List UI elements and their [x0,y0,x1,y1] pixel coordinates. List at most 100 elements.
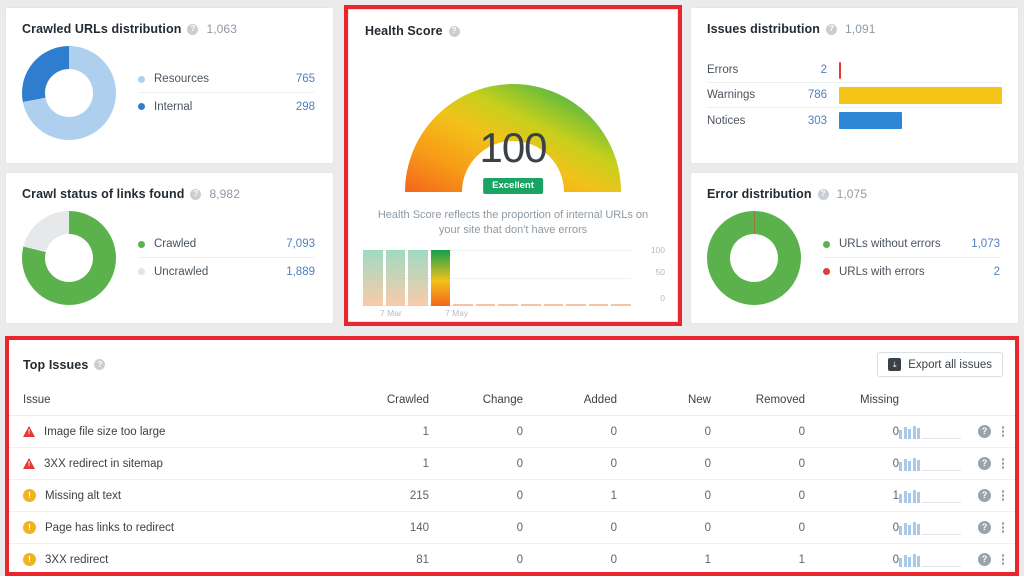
cell-crawled: 81 [339,543,429,576]
cell-missing: 0 [805,511,899,544]
help-circle-icon[interactable]: ? [978,521,991,534]
cell-menu[interactable] [991,415,1015,448]
spark-bar[interactable] [385,250,406,306]
cell-missing: 0 [805,543,899,576]
issues-bar-fill [839,61,841,79]
crawled-urls-donut-wrap [22,46,116,140]
cell-crawled: 215 [339,479,429,512]
spark-bar[interactable] [475,304,496,306]
issues-bar-row[interactable]: Notices 303 [707,108,1002,133]
help-circle-icon[interactable]: ? [978,489,991,502]
legend-item[interactable]: URLs with errors 2 [823,258,1000,285]
spark-bar[interactable] [430,250,451,306]
cell-help[interactable]: ? [961,479,991,512]
cell-help[interactable]: ? [961,511,991,544]
legend-item[interactable]: URLs without errors 1,073 [823,231,1000,258]
help-circle-icon[interactable]: ? [94,359,106,370]
col-header-new[interactable]: New [617,387,711,416]
issue-label: Missing alt text [45,489,122,502]
table-row[interactable]: ! Page has links to redirect 140 0 0 0 0… [9,511,1015,544]
error-severity-icon [23,426,35,437]
issue-name-cell: Image file size too large [9,415,339,448]
cell-new: 0 [617,415,711,448]
cell-sparkline [899,543,961,576]
help-circle-icon[interactable]: ? [448,25,460,37]
crawl-status-donut-wrap [22,211,116,305]
cell-help[interactable]: ? [961,543,991,576]
cell-menu[interactable] [991,447,1015,480]
kebab-menu-icon[interactable] [991,426,1015,437]
kebab-menu-icon[interactable] [991,490,1015,501]
cell-menu[interactable] [991,543,1015,576]
top-issues-table: Issue Crawled Change Added New Removed M… [9,387,1015,576]
spark-bar[interactable] [408,250,428,306]
warning-severity-icon: ! [23,553,36,566]
cell-help[interactable]: ? [961,447,991,480]
table-row[interactable]: ! 3XX redirect 81 0 0 1 1 0 ? [9,543,1015,576]
error-severity-icon [23,458,35,469]
help-circle-icon[interactable]: ? [978,457,991,470]
cell-change: 0 [429,447,523,480]
cell-sparkline [899,415,961,448]
kebab-menu-icon[interactable] [991,522,1015,533]
spark-xtick: 7 May [445,308,469,318]
cell-added: 0 [523,511,617,544]
help-circle-icon[interactable]: ? [978,553,991,566]
spark-bar[interactable] [453,304,473,306]
cell-new: 0 [617,511,711,544]
col-header-added[interactable]: Added [523,387,617,416]
cell-menu[interactable] [991,479,1015,512]
col-header-missing[interactable]: Missing [805,387,899,416]
legend-value: 765 [295,73,315,85]
legend-item[interactable]: Resources 765 [138,66,315,93]
help-circle-icon[interactable]: ? [187,23,199,35]
table-row[interactable]: 3XX redirect in sitemap 1 0 0 0 0 0 ? [9,447,1015,480]
col-header-crawled[interactable]: Crawled [339,387,429,416]
help-circle-icon[interactable]: ? [826,23,838,35]
kebab-menu-icon[interactable] [991,554,1015,565]
cell-menu[interactable] [991,511,1015,544]
spark-bar[interactable] [543,304,564,306]
kebab-menu-icon[interactable] [991,458,1015,469]
legend-label: Uncrawled [154,265,209,278]
legend-item[interactable]: Internal 298 [138,93,315,120]
cell-sparkline [899,511,961,544]
legend-item[interactable]: Crawled 7,093 [138,231,315,258]
error-distribution-legend: URLs without errors 1,073 URLs with erro… [823,231,1000,285]
table-row[interactable]: ! Missing alt text 215 0 1 0 0 1 ? [9,479,1015,512]
table-row[interactable]: Image file size too large 1 0 0 0 0 0 ? [9,415,1015,448]
issues-bar-value: 2 [820,64,827,76]
spark-bar[interactable] [363,250,383,306]
export-all-issues-button[interactable]: ⤓ Export all issues [877,352,1003,377]
issues-bar-row[interactable]: Errors 2 [707,58,1002,83]
legend-color-dot [138,240,145,248]
help-circle-icon[interactable]: ? [190,188,202,200]
col-header-issue[interactable]: Issue [9,387,339,416]
crawled-urls-title-text: Crawled URLs distribution [22,22,182,36]
issues-distribution-title: Issues distribution ? 1,091 [691,8,1018,36]
top-issues-title-text: Top Issues [23,357,89,372]
col-header-change[interactable]: Change [429,387,523,416]
legend-item[interactable]: Uncrawled 1,889 [138,258,315,285]
table-header-row: Issue Crawled Change Added New Removed M… [9,387,1015,416]
cell-help[interactable]: ? [961,415,991,448]
spark-ytick-50: 50 [655,267,665,277]
cell-added: 0 [523,415,617,448]
spark-bar[interactable] [566,304,586,306]
issue-label: Image file size too large [44,425,166,438]
download-icon: ⤓ [888,358,902,371]
spark-bar[interactable] [611,304,631,306]
legend-value: 1,889 [286,265,315,278]
cell-new: 0 [617,447,711,480]
spark-bar[interactable] [498,304,519,306]
col-header-removed[interactable]: Removed [711,387,805,416]
help-circle-icon[interactable]: ? [817,188,829,200]
help-circle-icon[interactable]: ? [978,425,991,438]
spark-ytick-0: 0 [660,293,665,303]
issues-bar-value: 303 [807,114,827,127]
dashboard-page: Crawled URLs distribution ? 1,063 Resour… [0,0,1024,576]
spark-bar[interactable] [521,304,541,306]
spark-bar[interactable] [588,304,609,306]
issues-bar-row[interactable]: Warnings 786 [707,83,1002,108]
error-distribution-card: Error distribution ? 1,075 URLs without … [690,172,1019,324]
